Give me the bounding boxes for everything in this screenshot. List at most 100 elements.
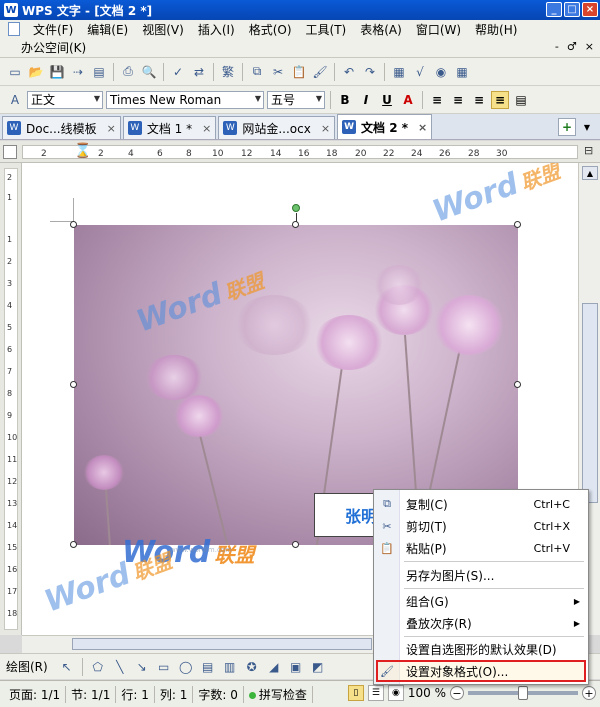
export-pdf-icon[interactable]: ▤ — [90, 63, 108, 81]
grid-icon[interactable]: ▦ — [453, 63, 471, 81]
resize-handle-top[interactable] — [292, 221, 299, 228]
distribute-icon[interactable]: ▤ — [512, 91, 530, 109]
horizontal-scroll-thumb[interactable] — [72, 638, 372, 650]
context-item-group[interactable]: 组合(G) ▶ — [374, 590, 588, 612]
underline-button[interactable]: U — [378, 91, 396, 109]
vertical-textbox-icon[interactable]: ▥ — [221, 658, 239, 676]
menu-view[interactable]: 视图(V) — [135, 21, 191, 38]
doc-restore-button[interactable]: ♂ — [567, 40, 577, 53]
print-icon[interactable]: ⎙ — [119, 63, 137, 81]
wordart-icon[interactable]: ◢ — [265, 658, 283, 676]
rectangle-icon[interactable]: ▭ — [155, 658, 173, 676]
print-preview-icon[interactable]: 🔍 — [140, 63, 158, 81]
context-item-paste[interactable]: 📋 粘贴(P) Ctrl+V — [374, 537, 588, 559]
web-view-icon[interactable]: ◉ — [387, 685, 404, 701]
ellipse-icon[interactable]: ◯ — [177, 658, 195, 676]
tab-stop-selector[interactable] — [3, 145, 17, 159]
outline-view-icon[interactable]: ☰ — [367, 685, 384, 701]
new-document-icon[interactable]: ▭ — [6, 63, 24, 81]
spellcheck-icon[interactable]: ✓ — [169, 63, 187, 81]
justify-icon[interactable]: ≡ — [491, 90, 509, 109]
context-item-set-default-shape[interactable]: 设置自选图形的默认效果(D) — [374, 638, 588, 660]
translate-icon[interactable]: ⇄ — [190, 63, 208, 81]
undo-icon[interactable]: ↶ — [340, 63, 358, 81]
tab-list-dropdown[interactable]: ▼ — [580, 118, 594, 136]
draw-menu-button[interactable]: 绘图(R) — [6, 658, 54, 675]
menu-help[interactable]: 帮助(H) — [468, 21, 524, 38]
zoom-slider-thumb[interactable] — [518, 686, 528, 700]
close-tab-icon[interactable]: × — [107, 122, 116, 135]
minimize-button[interactable]: _ — [546, 2, 562, 17]
horizontal-ruler[interactable]: 2 ⌛ 2 4 6 8 10 12 14 16 18 20 22 24 26 2… — [0, 141, 600, 163]
resize-handle-bottom[interactable] — [292, 541, 299, 548]
font-size-select[interactable]: 五号 ▼ — [267, 90, 325, 109]
menu-tools[interactable]: 工具(T) — [299, 21, 354, 38]
zoom-in-icon[interactable]: + — [582, 686, 596, 700]
tab-document-2[interactable]: W 文档 2 * × — [337, 114, 433, 139]
rotate-handle[interactable] — [292, 204, 300, 212]
arrow-icon[interactable]: ↘ — [133, 658, 151, 676]
resize-handle-left[interactable] — [70, 381, 77, 388]
zoom-level[interactable]: 100 % — [408, 686, 446, 700]
close-tab-icon[interactable]: × — [418, 121, 427, 134]
context-item-cut[interactable]: ✂ 剪切(T) Ctrl+X — [374, 515, 588, 537]
select-pointer-icon[interactable]: ↖ — [58, 658, 76, 676]
resize-handle-right[interactable] — [514, 381, 521, 388]
scroll-up-icon[interactable]: ▲ — [582, 166, 598, 180]
save-as-icon[interactable]: ⇢ — [69, 63, 87, 81]
vertical-scroll-thumb[interactable] — [582, 303, 598, 503]
cut-icon[interactable]: ✂ — [269, 63, 287, 81]
zoom-slider[interactable] — [468, 686, 578, 700]
zoom-out-icon[interactable]: − — [450, 686, 464, 700]
align-left-icon[interactable]: ≡ — [428, 91, 446, 109]
format-painter-icon[interactable]: 🖌 — [311, 63, 329, 81]
resize-handle-top-left[interactable] — [70, 221, 77, 228]
new-tab-button[interactable]: + — [558, 118, 576, 136]
menu-file[interactable]: 文件(F) — [26, 21, 80, 38]
page-view-icon[interactable]: ▯ — [347, 685, 364, 701]
close-button[interactable]: × — [582, 2, 598, 17]
style-select[interactable]: 正文 ▼ — [27, 90, 103, 109]
resize-handle-bottom-left[interactable] — [70, 541, 77, 548]
copy-icon[interactable]: ⧉ — [248, 63, 266, 81]
vertical-ruler[interactable]: 2 1 1 2 3 4 5 6 7 8 9 10 11 12 13 14 15 … — [0, 163, 22, 635]
close-tab-icon[interactable]: × — [202, 122, 211, 135]
formula-icon[interactable]: √ — [411, 63, 429, 81]
doc-minimize-button[interactable]: - — [555, 40, 559, 53]
tab-website-doc[interactable]: W 网站金...ocx × — [218, 116, 336, 139]
context-item-save-as-picture[interactable]: 另存为图片(S)... — [374, 564, 588, 586]
doc-close-button[interactable]: × — [585, 40, 594, 53]
open-folder-icon[interactable]: 📂 — [27, 63, 45, 81]
redo-icon[interactable]: ↷ — [361, 63, 379, 81]
font-color-button[interactable]: A — [399, 91, 417, 109]
tab-doc-template[interactable]: W Doc...线模板 × — [2, 116, 121, 139]
resize-handle-top-right[interactable] — [514, 221, 521, 228]
insert-table-icon[interactable]: ▦ — [390, 63, 408, 81]
tab-document-1[interactable]: W 文档 1 * × — [122, 116, 217, 139]
menu-window[interactable]: 窗口(W) — [409, 21, 468, 38]
context-item-order[interactable]: 叠放次序(R) ▶ — [374, 612, 588, 634]
menu-edit[interactable]: 编辑(E) — [80, 21, 135, 38]
menu-table[interactable]: 表格(A) — [353, 21, 409, 38]
align-center-icon[interactable]: ≡ — [449, 91, 467, 109]
globe-icon[interactable]: ◉ — [432, 63, 450, 81]
insert-picture-icon[interactable]: ▣ — [287, 658, 305, 676]
clipart-icon[interactable]: ✪ — [243, 658, 261, 676]
bold-button[interactable]: B — [336, 91, 354, 109]
spellcheck-toggle[interactable]: 拼写检查 — [244, 685, 313, 703]
menu-insert[interactable]: 插入(I) — [191, 21, 242, 38]
align-right-icon[interactable]: ≡ — [470, 91, 488, 109]
maximize-button[interactable]: □ — [564, 2, 580, 17]
fill-color-icon[interactable]: ◩ — [309, 658, 327, 676]
menu-office-space[interactable]: 办公空间(K) — [14, 39, 93, 56]
ruler-toggle-icon[interactable]: ⊟ — [584, 144, 593, 157]
paste-icon[interactable]: 📋 — [290, 63, 308, 81]
context-item-copy[interactable]: ⧉ 复制(C) Ctrl+C — [374, 493, 588, 515]
autoshapes-icon[interactable]: ⬠ — [89, 658, 107, 676]
italic-button[interactable]: I — [357, 91, 375, 109]
close-tab-icon[interactable]: × — [321, 122, 330, 135]
indent-marker-icon[interactable]: ⌛ — [74, 143, 91, 159]
traditional-chinese-icon[interactable]: 繁 — [219, 63, 237, 81]
line-icon[interactable]: ╲ — [111, 658, 129, 676]
save-icon[interactable]: 💾 — [48, 63, 66, 81]
